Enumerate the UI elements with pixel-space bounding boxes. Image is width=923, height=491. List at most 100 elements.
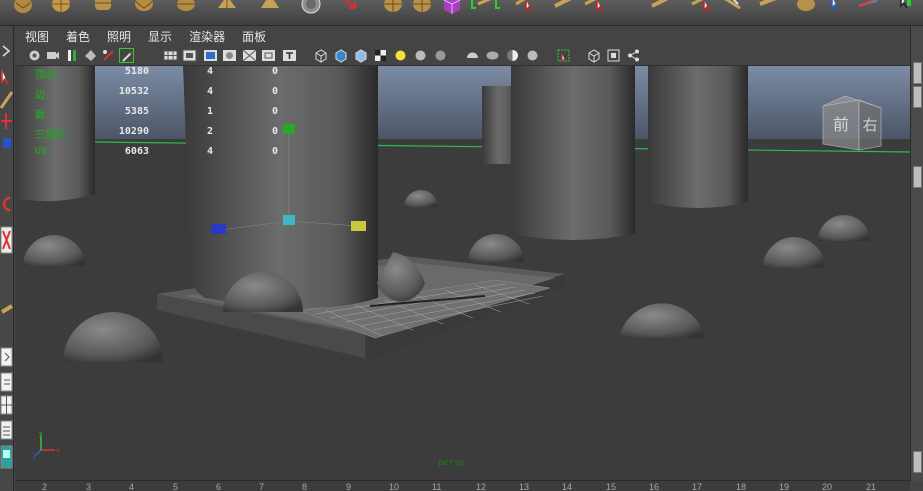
view-cube-front-face[interactable]: 前 xyxy=(833,115,849,134)
hud-selected: 4 xyxy=(206,66,213,77)
lasso-tool-icon[interactable] xyxy=(0,66,13,88)
poly-cube-shelf-icon[interactable] xyxy=(12,0,34,14)
grease-pencil-icon[interactable] xyxy=(119,48,134,63)
tool-settings-tab[interactable] xyxy=(913,166,922,188)
perspective-viewport[interactable]: 顶点: 5180 4 0 边: 10532 4 0 面: 5385 1 0 三角… xyxy=(15,66,910,480)
poly-cone-shelf-icon[interactable] xyxy=(133,0,155,14)
menu-lighting[interactable]: 照明 xyxy=(107,28,131,45)
prism-shelf-icon[interactable] xyxy=(441,0,463,14)
textured-icon[interactable] xyxy=(373,48,388,63)
anti-alias-icon[interactable] xyxy=(485,48,500,63)
camera-icon[interactable] xyxy=(27,48,42,63)
2d-pan-icon[interactable] xyxy=(101,48,116,63)
select-camera-icon[interactable] xyxy=(556,48,571,63)
cursor-2-shelf-icon[interactable] xyxy=(583,0,605,14)
cursor-5-shelf-icon[interactable] xyxy=(893,0,915,14)
wedge-2-shelf-icon[interactable] xyxy=(758,0,780,14)
cursor-3-shelf-icon[interactable] xyxy=(690,0,712,14)
field-chart-icon[interactable] xyxy=(242,48,257,63)
safe-title-icon[interactable] xyxy=(282,48,297,63)
resolution-gate-icon[interactable] xyxy=(203,48,218,63)
xray-icon[interactable] xyxy=(525,48,540,63)
hud-selected: 1 xyxy=(206,106,213,117)
viewport-scene xyxy=(15,66,910,480)
attribute-editor-tab[interactable] xyxy=(913,86,922,108)
manipulator-z-handle[interactable] xyxy=(211,224,226,234)
svg-text:y: y xyxy=(39,430,43,437)
last-tool-icon[interactable] xyxy=(0,298,14,320)
cylinder-mid xyxy=(511,66,635,240)
isolate-icon[interactable] xyxy=(586,48,601,63)
cursor-4-shelf-icon[interactable] xyxy=(826,0,848,14)
share-icon[interactable] xyxy=(626,48,641,63)
two-view-layout-icon[interactable] xyxy=(0,371,13,393)
poly-pyramid-shelf-icon[interactable] xyxy=(259,0,281,14)
image-plane-icon[interactable] xyxy=(83,48,98,63)
manipulator-x-handle[interactable] xyxy=(351,221,366,231)
poly-sphere-2-shelf-icon[interactable] xyxy=(300,0,322,14)
smooth-shade-icon[interactable] xyxy=(333,48,348,63)
menu-panels[interactable]: 面板 xyxy=(242,28,266,45)
grid-icon[interactable] xyxy=(163,48,178,63)
menu-shading[interactable]: 着色 xyxy=(66,28,90,45)
ruler-tick: 7 xyxy=(259,482,265,491)
gate-mask-icon[interactable] xyxy=(222,48,237,63)
plane-3-shelf-icon[interactable] xyxy=(857,0,879,14)
film-gate-icon[interactable] xyxy=(182,48,197,63)
xray-joints-icon[interactable] xyxy=(606,48,621,63)
channel-box-tab[interactable] xyxy=(913,62,922,84)
hud-selected: 4 xyxy=(206,86,213,97)
menu-show[interactable]: 显示 xyxy=(148,28,172,45)
paint-select-tool-icon[interactable] xyxy=(0,88,14,110)
poly-plane-shelf-icon[interactable] xyxy=(216,0,238,14)
screen-ao-icon[interactable] xyxy=(433,48,448,63)
shadows-icon[interactable] xyxy=(413,48,428,63)
outliner-layout-icon[interactable] xyxy=(0,419,13,441)
wireframe-icon[interactable] xyxy=(313,48,328,63)
dof-icon[interactable] xyxy=(505,48,520,63)
axis-indicator: x y z xyxy=(33,428,63,460)
safe-action-icon[interactable] xyxy=(261,48,276,63)
plane-2-shelf-icon[interactable] xyxy=(650,0,672,14)
plane-shelf-icon[interactable] xyxy=(553,0,575,14)
view-cube[interactable]: 前 右 xyxy=(819,92,885,158)
four-view-layout-icon[interactable] xyxy=(0,394,13,416)
poly-sphere-3-shelf-icon[interactable] xyxy=(382,0,404,14)
sphere-5-shelf-icon[interactable] xyxy=(795,0,817,14)
shade-all-icon[interactable] xyxy=(353,48,368,63)
menu-renderer[interactable]: 渲染器 xyxy=(189,28,225,45)
single-view-layout-icon[interactable] xyxy=(0,346,13,368)
bookmark-icon[interactable] xyxy=(65,48,80,63)
manipulator-y-handle[interactable] xyxy=(283,124,295,134)
move-tool-icon[interactable] xyxy=(0,110,13,132)
select-tool-icon[interactable] xyxy=(0,40,13,62)
poly-sphere-4-shelf-icon[interactable] xyxy=(411,0,433,14)
camera-name-label: persp xyxy=(438,458,466,468)
manipulator-center-handle[interactable] xyxy=(283,215,295,225)
curve-shelf-icon[interactable] xyxy=(470,0,502,14)
hud-label: 边: xyxy=(35,90,52,101)
scale-tool-icon[interactable] xyxy=(0,132,13,154)
modeling-toolkit-tab[interactable] xyxy=(913,451,922,473)
poly-torus-shelf-icon[interactable] xyxy=(175,0,197,14)
arrow-shelf-icon[interactable] xyxy=(338,0,360,14)
rotate-tool-icon[interactable] xyxy=(0,193,13,215)
default-light-icon[interactable] xyxy=(393,48,408,63)
panel-toolbar xyxy=(15,46,910,66)
wedge-shelf-icon[interactable] xyxy=(722,0,744,14)
poly-cylinder-shelf-icon[interactable] xyxy=(92,0,114,14)
hud-total: 5385 xyxy=(124,106,149,117)
ruler-tick: 21 xyxy=(866,482,877,491)
universal-manip-tool-icon[interactable] xyxy=(0,225,13,255)
menu-view[interactable]: 视图 xyxy=(25,28,49,45)
camera-attributes-icon[interactable] xyxy=(45,48,60,63)
ruler-tick: 17 xyxy=(692,482,703,491)
time-slider-ruler[interactable]: 2 3 4 5 6 7 8 9 10 11 12 13 14 15 16 17 … xyxy=(15,480,910,491)
hypershade-layout-icon[interactable] xyxy=(0,444,13,470)
view-cube-right-face[interactable]: 右 xyxy=(862,116,877,134)
ruler-tick: 3 xyxy=(86,482,92,491)
cursor-shelf-icon[interactable] xyxy=(514,0,536,14)
motion-blur-icon[interactable] xyxy=(465,48,480,63)
poly-sphere-shelf-icon[interactable] xyxy=(50,0,72,14)
panel-menu-bar: 视图 着色 照明 显示 渲染器 面板 xyxy=(15,26,910,46)
